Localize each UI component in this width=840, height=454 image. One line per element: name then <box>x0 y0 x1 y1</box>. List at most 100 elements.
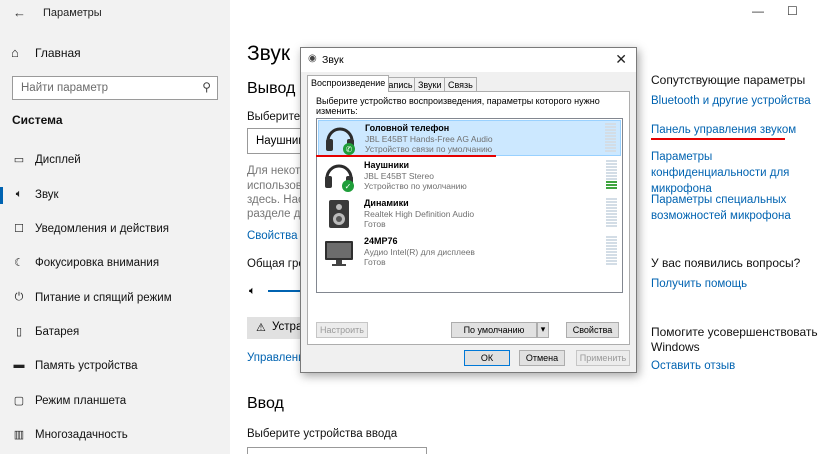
meter-segment <box>605 147 616 149</box>
close-icon[interactable]: ✕ <box>615 51 627 68</box>
meter-segment <box>606 181 617 183</box>
tab-sounds[interactable]: Звуки <box>414 77 446 91</box>
volume-slider[interactable] <box>268 290 300 292</box>
sidebar-item-multitasking[interactable]: ▥ Многозадачность <box>0 420 230 450</box>
notifications-icon: ☐ <box>14 223 24 235</box>
sidebar-item-focus[interactable]: ☾ Фокусировка внимания <box>0 248 230 278</box>
sidebar-item-label: Режим планшета <box>35 395 127 407</box>
device-name: Головной телефон <box>365 123 450 133</box>
meter-segment <box>605 129 616 131</box>
device-status: Устройство по умолчанию <box>364 181 467 191</box>
manage-devices-link[interactable]: Управлени <box>247 352 305 364</box>
home-icon: ⌂ <box>11 45 19 60</box>
mic-privacy-link[interactable]: Параметры конфиденциальности для микрофо… <box>651 149 826 197</box>
meter-segment <box>606 242 617 244</box>
bluetooth-link[interactable]: Bluetooth и другие устройства <box>651 93 811 109</box>
tab-playback[interactable]: Воспроизведение <box>307 75 390 92</box>
device-row-monitor[interactable]: 24MP76 Аудио Intel(R) для дисплеев Готов <box>318 234 621 270</box>
sidebar-item-battery[interactable]: ▯ Батарея <box>0 317 230 347</box>
level-meter <box>606 160 617 191</box>
properties-button[interactable]: Свойства <box>566 322 619 338</box>
maximize-button[interactable]: ☐ <box>787 4 798 18</box>
mic-accessibility-link[interactable]: Параметры специальных возможностей микро… <box>651 192 826 224</box>
meter-segment <box>605 135 616 137</box>
meter-segment <box>606 207 617 209</box>
feedback-link[interactable]: Оставить отзыв <box>651 358 735 374</box>
meter-segment <box>606 239 617 241</box>
meter-segment <box>606 184 617 186</box>
configure-button[interactable]: Настроить <box>316 322 368 338</box>
meter-segment <box>606 210 617 212</box>
settings-sidebar: ← Параметры ⌂ Главная Найти параметр ⚲ С… <box>0 0 230 454</box>
sidebar-item-storage[interactable]: ▬ Память устройства <box>0 351 230 381</box>
device-status: Готов <box>364 219 386 229</box>
display-icon: ▭ <box>13 154 25 166</box>
meter-segment <box>606 225 617 227</box>
monitor-icon <box>325 241 353 266</box>
svg-text:✓: ✓ <box>345 182 352 191</box>
troubleshoot-button[interactable]: ⚠ Устра <box>247 317 303 339</box>
meter-segment <box>606 178 617 180</box>
meter-segment <box>605 144 616 146</box>
sidebar-item-label: Дисплей <box>35 154 81 166</box>
title-bar: ← Параметры <box>0 0 230 28</box>
output-heading: Вывод <box>247 80 296 97</box>
questions-heading: У вас появились вопросы? <box>651 256 801 270</box>
sidebar-item-label: Звук <box>35 189 59 201</box>
search-input[interactable]: Найти параметр ⚲ <box>12 76 218 100</box>
tab-communications[interactable]: Связь <box>444 77 477 91</box>
minimize-button[interactable]: — <box>752 4 764 18</box>
device-row-headset[interactable]: ✆ Головной телефон JBL E45BT Hands-Free … <box>318 120 621 156</box>
device-properties-link[interactable]: Свойства у <box>247 230 306 242</box>
meter-segment <box>606 245 617 247</box>
device-row-headphones[interactable]: ✓ Наушники JBL E45BT Stereo Устройство п… <box>318 158 621 194</box>
meter-segment <box>606 175 617 177</box>
chevron-down-icon: ▾ <box>540 324 546 334</box>
input-device-select[interactable] <box>247 447 427 454</box>
sidebar-item-label: Питание и спящий режим <box>35 292 172 304</box>
device-driver: Аудио Intel(R) для дисплеев <box>364 247 475 257</box>
playback-panel: Выберите устройство воспроизведения, пар… <box>307 91 630 345</box>
output-device-value: Наушник <box>256 135 304 147</box>
get-help-link[interactable]: Получить помощь <box>651 276 747 292</box>
back-arrow-icon[interactable]: ← <box>13 5 26 20</box>
nav-home-label: Главная <box>35 46 81 60</box>
desc-line: разделе до <box>247 208 307 220</box>
sidebar-item-label: Фокусировка внимания <box>35 257 160 269</box>
sidebar-item-tablet[interactable]: ▢ Режим планшета <box>0 386 230 416</box>
troubleshoot-label: Устра <box>272 321 303 333</box>
sidebar-item-power[interactable]: ⏻ Питание и спящий режим <box>0 283 230 313</box>
meter-segment <box>606 213 617 215</box>
meter-segment <box>606 254 617 256</box>
set-default-dropdown[interactable]: ▾ <box>537 322 549 338</box>
cancel-button[interactable]: Отмена <box>519 350 565 366</box>
meter-segment <box>606 169 617 171</box>
sidebar-item-notifications[interactable]: ☐ Уведомления и действия <box>0 214 230 244</box>
headset-icon: ✆ <box>326 127 355 155</box>
level-meter <box>606 198 617 229</box>
sidebar-item-label: Многозадачность <box>35 429 128 441</box>
device-row-speakers[interactable]: Динамики Realtek High Definition Audio Г… <box>318 196 621 232</box>
output-device-select[interactable]: Наушник <box>247 128 303 154</box>
sound-control-panel-link[interactable]: Панель управления звуком <box>651 122 796 138</box>
meter-segment <box>606 163 617 165</box>
ok-button[interactable]: ОК <box>464 350 510 366</box>
meter-segment <box>606 187 617 189</box>
meter-segment <box>605 141 616 143</box>
focus-assist-icon: ☾ <box>14 257 24 269</box>
power-icon: ⏻ <box>14 291 24 303</box>
window-title: Параметры <box>43 7 102 19</box>
nav-home[interactable]: ⌂ Главная <box>0 40 230 66</box>
set-default-button[interactable]: По умолчанию <box>451 322 537 338</box>
instruction-text: Выберите устройство воспроизведения, пар… <box>316 96 600 116</box>
sidebar-item-display[interactable]: ▭ Дисплей <box>0 145 230 175</box>
improve-heading: Помогите усовершенствовать Windows <box>651 325 818 354</box>
device-status: Устройство связи по умолчанию <box>365 144 493 154</box>
meter-segment <box>606 172 617 174</box>
svg-text:✆: ✆ <box>346 145 353 154</box>
device-name: 24MP76 <box>364 236 398 246</box>
apply-button[interactable]: Применить <box>576 350 630 366</box>
page-title: Звук <box>247 42 291 65</box>
device-driver: JBL E45BT Hands-Free AG Audio <box>365 134 493 144</box>
sidebar-item-sound[interactable]: 🔈︎ Звук <box>0 180 230 210</box>
